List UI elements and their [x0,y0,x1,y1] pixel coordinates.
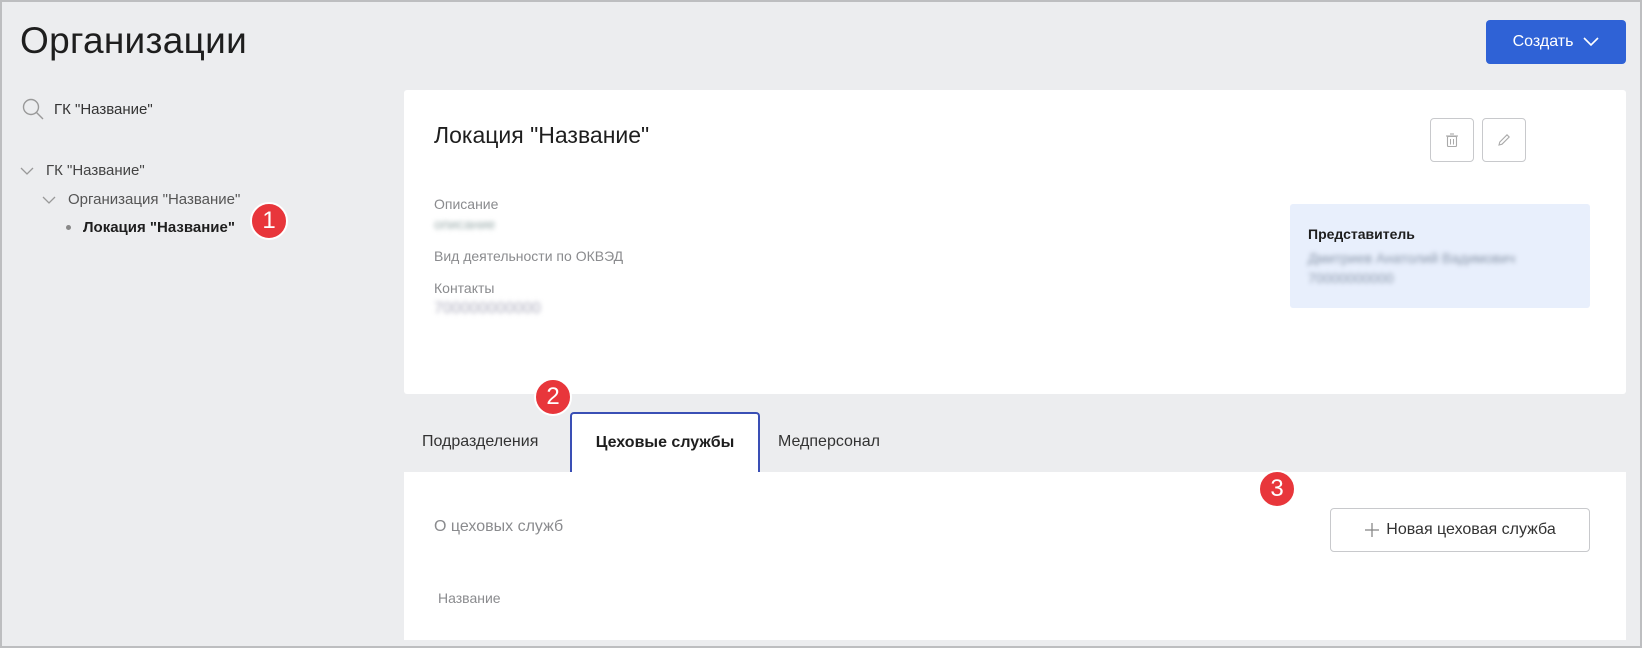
tab-workshop-services[interactable]: Цеховые службы [570,412,760,472]
description-label: Описание [434,196,499,212]
tab-medical-staff[interactable]: Медперсонал [778,412,880,472]
representative-title: Представитель [1308,226,1415,242]
representative-panel: Представитель Дмитриев Анатолий Вадимови… [1290,204,1590,308]
description-value: описание [434,216,496,232]
new-workshop-service-button[interactable]: Новая цеховая служба [1330,508,1590,552]
contacts-value: 700000000000 [434,300,541,317]
edit-button[interactable] [1482,118,1526,162]
representative-name: Дмитриев Анатолий Вадимович [1308,250,1516,266]
location-title: Локация "Название" [434,122,650,148]
location-card: Локация "Название" Описание описание Вид… [404,90,1626,394]
contacts-label: Контакты [434,280,495,296]
chevron-down-icon[interactable] [42,195,56,205]
tree-item-group[interactable]: ГК "Название" [20,162,145,179]
tab-departments[interactable]: Подразделения [422,412,538,472]
chevron-down-icon[interactable] [20,166,34,176]
step-badge: 3 [1258,470,1296,508]
trash-icon [1446,133,1458,148]
search-icon [22,98,44,120]
representative-phone: 70000000000 [1308,270,1394,286]
chevron-down-icon [1583,37,1599,47]
activity-label: Вид деятельности по ОКВЭД [434,248,624,264]
tree-item-label: Организация "Название" [68,191,241,208]
plus-icon [1365,523,1380,537]
step-badge: 2 [534,378,572,416]
tree-item-label: Локация "Название" [83,219,235,236]
search-input[interactable]: ГК "Название" [54,101,153,118]
create-button[interactable]: Создать [1486,20,1626,64]
tree-item-label: ГК "Название" [46,162,145,179]
tree-item-organization[interactable]: Организация "Название" [42,191,240,208]
tree-item-location[interactable]: Локация "Название" [66,219,235,236]
sidebar-search[interactable]: ГК "Название" [22,98,153,120]
new-workshop-service-label: Новая цеховая служба [1386,521,1556,538]
step-badge: 1 [250,202,288,240]
column-header-name: Название [438,590,501,606]
app-frame: Организации Создать ГК "Название" ГК "На… [0,0,1642,648]
create-button-label: Создать [1512,33,1574,50]
workshop-services-panel: О цеховых служб Новая цеховая служба Наз… [404,472,1626,640]
pencil-icon [1498,134,1510,146]
page-title: Организации [20,20,248,61]
delete-button[interactable] [1430,118,1474,162]
bullet-icon [66,225,71,230]
section-note: О цеховых служб [434,518,564,535]
